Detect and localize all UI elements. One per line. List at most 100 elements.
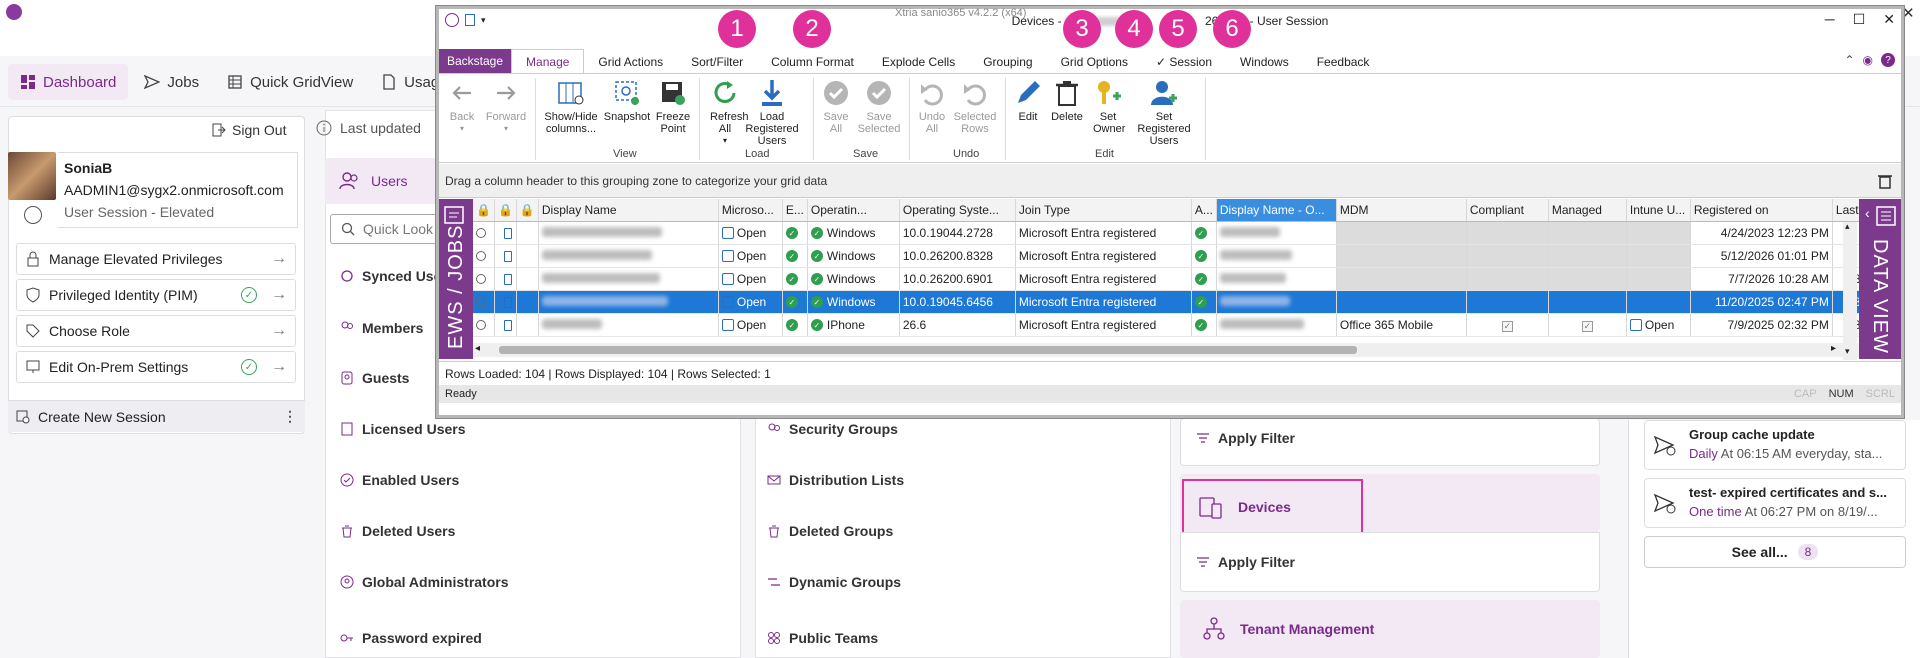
mdm-cell[interactable] [1336, 290, 1467, 314]
table-row[interactable]: Open ✓ ✓ Windows 10.0.26200.8328 Microsoft En… [473, 244, 1875, 268]
intune-cell[interactable]: Open [1626, 313, 1691, 337]
managed-cell[interactable] [1548, 267, 1627, 291]
os-cell[interactable]: ✓ Windows [807, 244, 900, 268]
checkbox[interactable]: ✓ [1501, 320, 1513, 332]
dynamic-groups-link[interactable]: Dynamic Groups [767, 574, 901, 590]
lock-column-header[interactable]: 🔒 [494, 199, 517, 222]
tab-feedback[interactable]: Feedback [1303, 51, 1384, 73]
password-expired-link[interactable]: Password expired [340, 630, 482, 646]
tab-column-format[interactable]: Column Format [757, 51, 868, 73]
more-options-icon[interactable]: ⋮ [283, 408, 297, 425]
mdm-cell[interactable] [1336, 244, 1467, 268]
users-header[interactable]: Users [325, 158, 445, 204]
scroll-right-icon[interactable]: ▸ [1831, 343, 1836, 354]
column-header[interactable]: Compliant [1466, 199, 1549, 222]
registered-on-cell[interactable]: 5/12/2026 01:01 PM [1690, 244, 1833, 268]
undo-selected-rows-button[interactable]: Selected Rows [951, 78, 999, 135]
apply-filter-button[interactable]: Apply Filter [1196, 554, 1295, 570]
open-link-cell[interactable]: Open [718, 290, 783, 314]
mdm-cell[interactable] [1336, 267, 1467, 291]
tab-jobs[interactable]: Jobs [132, 64, 211, 100]
registered-on-cell[interactable]: 4/24/2023 12:23 PM [1690, 221, 1833, 245]
tab-quick-gridview[interactable]: Quick GridView [215, 64, 365, 100]
create-new-session-button[interactable]: Create New Session ⋮ [8, 400, 305, 432]
compliant-cell[interactable] [1466, 267, 1549, 291]
maximize-icon[interactable]: ☐ [1853, 11, 1866, 28]
compliant-cell[interactable] [1466, 221, 1549, 245]
registered-on-cell[interactable]: 7/7/2026 10:28 AM [1690, 267, 1833, 291]
tab-session[interactable]: ✓ Session [1142, 51, 1226, 73]
os-cell[interactable]: ✓ Windows [807, 290, 900, 314]
scrollbar-thumb[interactable] [499, 346, 1357, 354]
registered-on-cell[interactable]: 11/20/2025 02:47 PM [1690, 290, 1833, 314]
members-link[interactable]: Members [340, 320, 423, 336]
undo-all-button[interactable]: Undo All [915, 78, 949, 135]
row-radio[interactable] [473, 313, 495, 337]
tab-grid-options[interactable]: Grid Options [1047, 51, 1142, 73]
column-header[interactable]: Display Name [538, 199, 719, 222]
tab-grouping[interactable]: Grouping [969, 51, 1046, 73]
choose-role-item[interactable]: Choose Role → [16, 315, 296, 347]
column-header[interactable]: Display Name - O... [1216, 199, 1337, 222]
row-radio[interactable] [473, 221, 495, 245]
collapse-ribbon-icon[interactable]: ⌃ [1844, 53, 1854, 67]
tab-dashboard[interactable]: Dashboard [8, 64, 129, 100]
public-teams-link[interactable]: Public Teams [767, 630, 878, 646]
job-item[interactable]: Group cache update Daily At 06:15 AM eve… [1644, 420, 1906, 470]
deleted-groups-link[interactable]: Deleted Groups [767, 523, 893, 539]
owner-name-cell[interactable] [1216, 313, 1337, 337]
os-cell[interactable]: ✓ IPhone [807, 313, 900, 337]
tenant-management-link[interactable]: Tenant Management [1180, 600, 1600, 658]
compliant-cell[interactable] [1466, 244, 1549, 268]
join-type-cell[interactable]: Microsoft Entra registered [1015, 290, 1192, 314]
open-link-cell[interactable]: Open [718, 221, 783, 245]
column-header[interactable]: Microso... [718, 199, 783, 222]
table-row[interactable]: Open ✓ ✓ IPhone 26.6 Microsoft Entra register… [473, 313, 1875, 337]
tab-backstage[interactable]: Backstage [439, 49, 512, 73]
data-view-sidebar[interactable]: ‹ DATA VIEW [1859, 199, 1901, 359]
compliant-cell[interactable]: ✓ [1466, 313, 1549, 337]
distribution-lists-link[interactable]: Distribution Lists [767, 472, 904, 488]
save-selected-button[interactable]: Save Selected [855, 78, 903, 135]
trash-icon[interactable] [1877, 173, 1893, 189]
column-header[interactable]: Join Type [1015, 199, 1192, 222]
join-type-cell[interactable]: Microsoft Entra registered [1015, 244, 1192, 268]
owner-name-cell[interactable] [1216, 267, 1337, 291]
row-radio[interactable] [473, 267, 495, 291]
minimize-icon[interactable]: ─ [1825, 11, 1835, 28]
set-owner-button[interactable]: Set Owner [1089, 78, 1127, 135]
vertical-scrollbar[interactable] [1843, 222, 1857, 360]
edit-onprem-settings-item[interactable]: Edit On-Prem Settings ✓ → [16, 351, 296, 383]
security-groups-link[interactable]: Security Groups [767, 421, 898, 437]
sign-out-button[interactable]: Sign Out [212, 122, 286, 138]
display-name-cell[interactable] [538, 313, 719, 337]
display-name-cell[interactable] [538, 267, 719, 291]
intune-cell[interactable] [1626, 221, 1691, 245]
scroll-down-icon[interactable]: ▾ [1845, 346, 1850, 357]
quick-look-input[interactable]: Quick Look [330, 214, 450, 244]
intune-cell[interactable] [1626, 244, 1691, 268]
devices-link[interactable]: Devices [1182, 479, 1363, 535]
scroll-up-icon[interactable]: ▴ [1845, 221, 1850, 232]
os-version-cell[interactable]: 10.0.19045.6456 [899, 290, 1016, 314]
refresh-all-button[interactable]: Refresh All ▾ [705, 78, 749, 147]
row-radio[interactable] [473, 290, 495, 314]
deleted-users-link[interactable]: Deleted Users [340, 523, 455, 539]
intune-cell[interactable] [1626, 290, 1691, 314]
lock-column-header[interactable]: 🔒 [473, 199, 495, 222]
column-header[interactable]: Intune U... [1626, 199, 1691, 222]
intune-cell[interactable] [1626, 267, 1691, 291]
guests-link[interactable]: Guests [340, 370, 409, 386]
scroll-left-icon[interactable]: ◂ [475, 343, 480, 354]
table-row[interactable]: Open ✓ ✓ Windows 10.0.19044.2728 Microsoft En… [473, 221, 1875, 245]
row-radio[interactable] [473, 244, 495, 268]
open-link-cell[interactable]: Open [718, 244, 783, 268]
owner-name-cell[interactable] [1216, 244, 1337, 268]
table-row[interactable]: Open ✓ ✓ Windows 10.0.19045.6456 Microsoft En… [473, 290, 1875, 314]
managed-cell[interactable] [1548, 221, 1627, 245]
help-icon[interactable]: ? [1881, 53, 1895, 67]
licensed-users-link[interactable]: Licensed Users [340, 421, 466, 437]
display-name-cell[interactable] [538, 290, 719, 314]
column-header[interactable]: Operating Syste... [899, 199, 1016, 222]
tab-manage[interactable]: Manage [511, 49, 585, 73]
